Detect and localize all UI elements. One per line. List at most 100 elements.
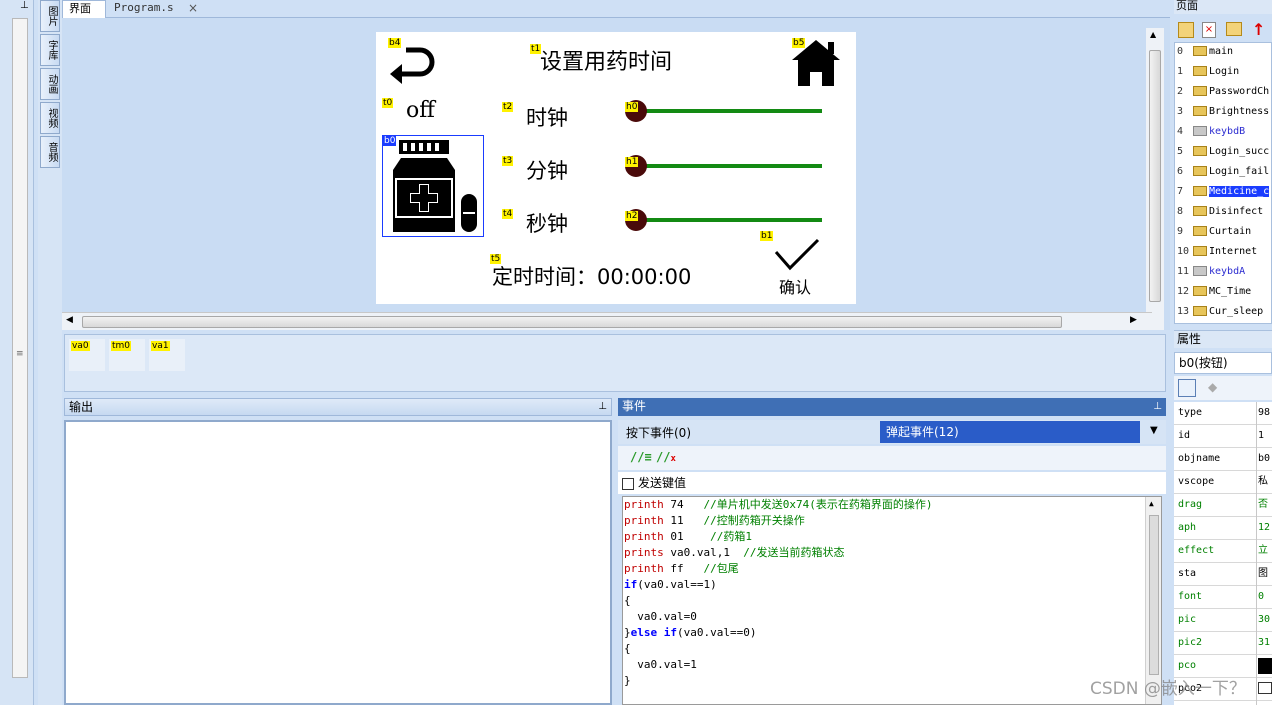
left-scrollbar[interactable]: ≡ <box>12 18 28 678</box>
page-item[interactable]: 12 MC_Time <box>1177 283 1251 303</box>
property-row[interactable]: pic 30 <box>1174 609 1272 632</box>
page-item[interactable]: 2 PasswordCh <box>1177 83 1269 103</box>
close-icon[interactable]: × <box>188 1 198 15</box>
back-arrow-icon[interactable] <box>388 40 438 84</box>
property-row[interactable]: objname b0 <box>1174 448 1272 471</box>
property-row[interactable]: sta 图 <box>1174 563 1272 586</box>
property-value[interactable]: 立 <box>1258 540 1272 562</box>
property-value[interactable]: 12 <box>1258 517 1272 539</box>
confirm-label[interactable]: 确认 <box>779 274 811 298</box>
code-line[interactable]: printh 01 //药箱1 <box>623 529 1161 545</box>
property-row[interactable]: aph 12 <box>1174 517 1272 540</box>
code-line[interactable]: prints va0.val,1 //发送当前药箱状态 <box>623 545 1161 561</box>
code-line[interactable]: }else if(va0.val==0) <box>623 625 1161 641</box>
property-row[interactable]: type 98 <box>1174 402 1272 425</box>
code-line[interactable]: { <box>623 641 1161 657</box>
design-horizontal-scrollbar[interactable]: ◀ ▶ <box>62 312 1152 330</box>
code-line[interactable]: printh 74 //单片机中发送0x74(表示在药箱界面的操作) <box>623 497 1161 513</box>
design-vertical-scroll-thumb[interactable] <box>1149 50 1161 302</box>
import-page-icon[interactable] <box>1226 22 1242 36</box>
scroll-up-icon[interactable]: ▲ <box>1150 30 1156 39</box>
pin-icon[interactable]: ⊥ <box>20 0 29 11</box>
checkmark-icon[interactable] <box>774 238 820 272</box>
code-line[interactable]: printh 11 //控制药箱开关操作 <box>623 513 1161 529</box>
page-item[interactable]: 10 Internet <box>1177 243 1257 263</box>
page-item[interactable]: 7 Medicine_c <box>1177 183 1270 203</box>
code-scroll-thumb[interactable] <box>1149 515 1159 675</box>
property-row[interactable]: vscope 私 <box>1174 471 1272 494</box>
property-value[interactable]: 0 <box>1258 586 1272 608</box>
design-vertical-scrollbar[interactable]: ▲ <box>1146 28 1164 330</box>
page-item[interactable]: 4 keybdB <box>1177 123 1245 143</box>
property-value[interactable]: 图 <box>1258 563 1272 585</box>
property-value[interactable]: 私 <box>1258 471 1272 493</box>
selected-object[interactable]: b0(按钮) <box>1174 352 1272 374</box>
scroll-left-icon[interactable]: ◀ <box>66 315 73 325</box>
vtab-video[interactable]: 视频 <box>40 102 60 134</box>
code-line[interactable]: va0.val=0 <box>623 609 1161 625</box>
property-row[interactable]: drag 否 <box>1174 494 1272 517</box>
event-dropdown-icon[interactable]: ▼ <box>1150 425 1158 436</box>
code-line[interactable]: { <box>623 593 1161 609</box>
property-value[interactable] <box>1258 658 1272 674</box>
property-row[interactable]: font 0 <box>1174 586 1272 609</box>
page-item[interactable]: 5 Login_succ <box>1177 143 1269 163</box>
code-line[interactable]: } <box>623 673 1161 689</box>
property-row[interactable]: effect 立 <box>1174 540 1272 563</box>
left-scrollbar-thumb[interactable] <box>15 39 25 689</box>
tray-item-tm0[interactable]: tm0 <box>109 339 145 371</box>
code-line[interactable]: if(va0.val==1) <box>623 577 1161 593</box>
send-key-checkbox[interactable] <box>622 477 634 490</box>
property-row[interactable]: pic2 31 <box>1174 632 1272 655</box>
uncomment-icon[interactable]: //x <box>656 450 676 464</box>
tab-release-event[interactable]: 弹起事件(12) <box>880 421 1140 443</box>
page-item[interactable]: 3 Brightness <box>1177 103 1269 123</box>
add-page-icon[interactable] <box>1178 22 1194 38</box>
property-value[interactable]: 31 <box>1258 632 1272 654</box>
page-item[interactable]: 1 Login <box>1177 63 1239 83</box>
scroll-up-icon[interactable]: ▲ <box>1149 499 1154 508</box>
tray-item-va0[interactable]: va0 <box>69 339 105 371</box>
sort-icon[interactable]: ◆ <box>1208 380 1217 394</box>
page-item[interactable]: 13 Cur_sleep <box>1177 303 1263 323</box>
vtab-animation[interactable]: 动画 <box>40 68 60 100</box>
category-view-icon[interactable] <box>1178 379 1196 397</box>
second-slider-track[interactable] <box>636 218 822 222</box>
vtab-images[interactable]: 图片 <box>40 0 60 32</box>
code-editor[interactable]: printh 74 //单片机中发送0x74(表示在药箱界面的操作) printh… <box>622 496 1162 705</box>
code-line[interactable]: va0.val=1 <box>623 657 1161 673</box>
tab-ui[interactable]: 界面 <box>62 0 106 18</box>
page-item[interactable]: 6 Login_fail <box>1177 163 1269 183</box>
comment-icon[interactable]: //≡ <box>630 450 652 464</box>
design-horizontal-scroll-thumb[interactable] <box>82 316 1062 328</box>
tab-press-event[interactable]: 按下事件(0) <box>622 423 878 443</box>
page-item[interactable]: 0 main <box>1177 43 1233 63</box>
code-scrollbar[interactable]: ▲ <box>1145 497 1161 704</box>
delete-page-icon[interactable]: × <box>1202 22 1216 38</box>
scroll-right-icon[interactable]: ▶ <box>1130 315 1137 325</box>
page-item[interactable]: 9 Curtain <box>1177 223 1251 243</box>
medicine-button[interactable]: b0 <box>382 135 484 237</box>
vtab-fonts[interactable]: 字库 <box>40 34 60 66</box>
hmi-canvas[interactable]: b4 t1 设置用药时间 b5 t0 off b0 t2 时钟 h0 t3 分钟… <box>376 32 856 304</box>
pin-icon[interactable]: ⊥ <box>1153 398 1162 415</box>
minute-slider-track[interactable] <box>636 164 822 168</box>
page-item[interactable]: 8 Disinfect <box>1177 203 1263 223</box>
pin-icon[interactable]: ⊥ <box>598 399 607 415</box>
page-item[interactable]: 11 keybdA <box>1177 263 1245 283</box>
property-row[interactable]: id 1 <box>1174 425 1272 448</box>
property-value[interactable]: 30 <box>1258 609 1272 631</box>
property-value[interactable]: b0 <box>1258 448 1272 470</box>
output-panel[interactable] <box>64 420 612 705</box>
property-value[interactable]: 否 <box>1258 494 1272 516</box>
move-up-icon[interactable]: ↑ <box>1252 20 1265 39</box>
home-icon[interactable] <box>790 38 842 88</box>
property-value[interactable]: 98 <box>1258 402 1272 424</box>
hour-slider-track[interactable] <box>636 109 822 113</box>
code-line[interactable]: printh ff //包尾 <box>623 561 1161 577</box>
property-value[interactable]: 1 <box>1258 425 1272 447</box>
properties-divider[interactable] <box>1256 402 1257 705</box>
property-value[interactable] <box>1258 682 1272 694</box>
vtab-audio[interactable]: 音频 <box>40 136 60 168</box>
tray-item-va1[interactable]: va1 <box>149 339 185 371</box>
